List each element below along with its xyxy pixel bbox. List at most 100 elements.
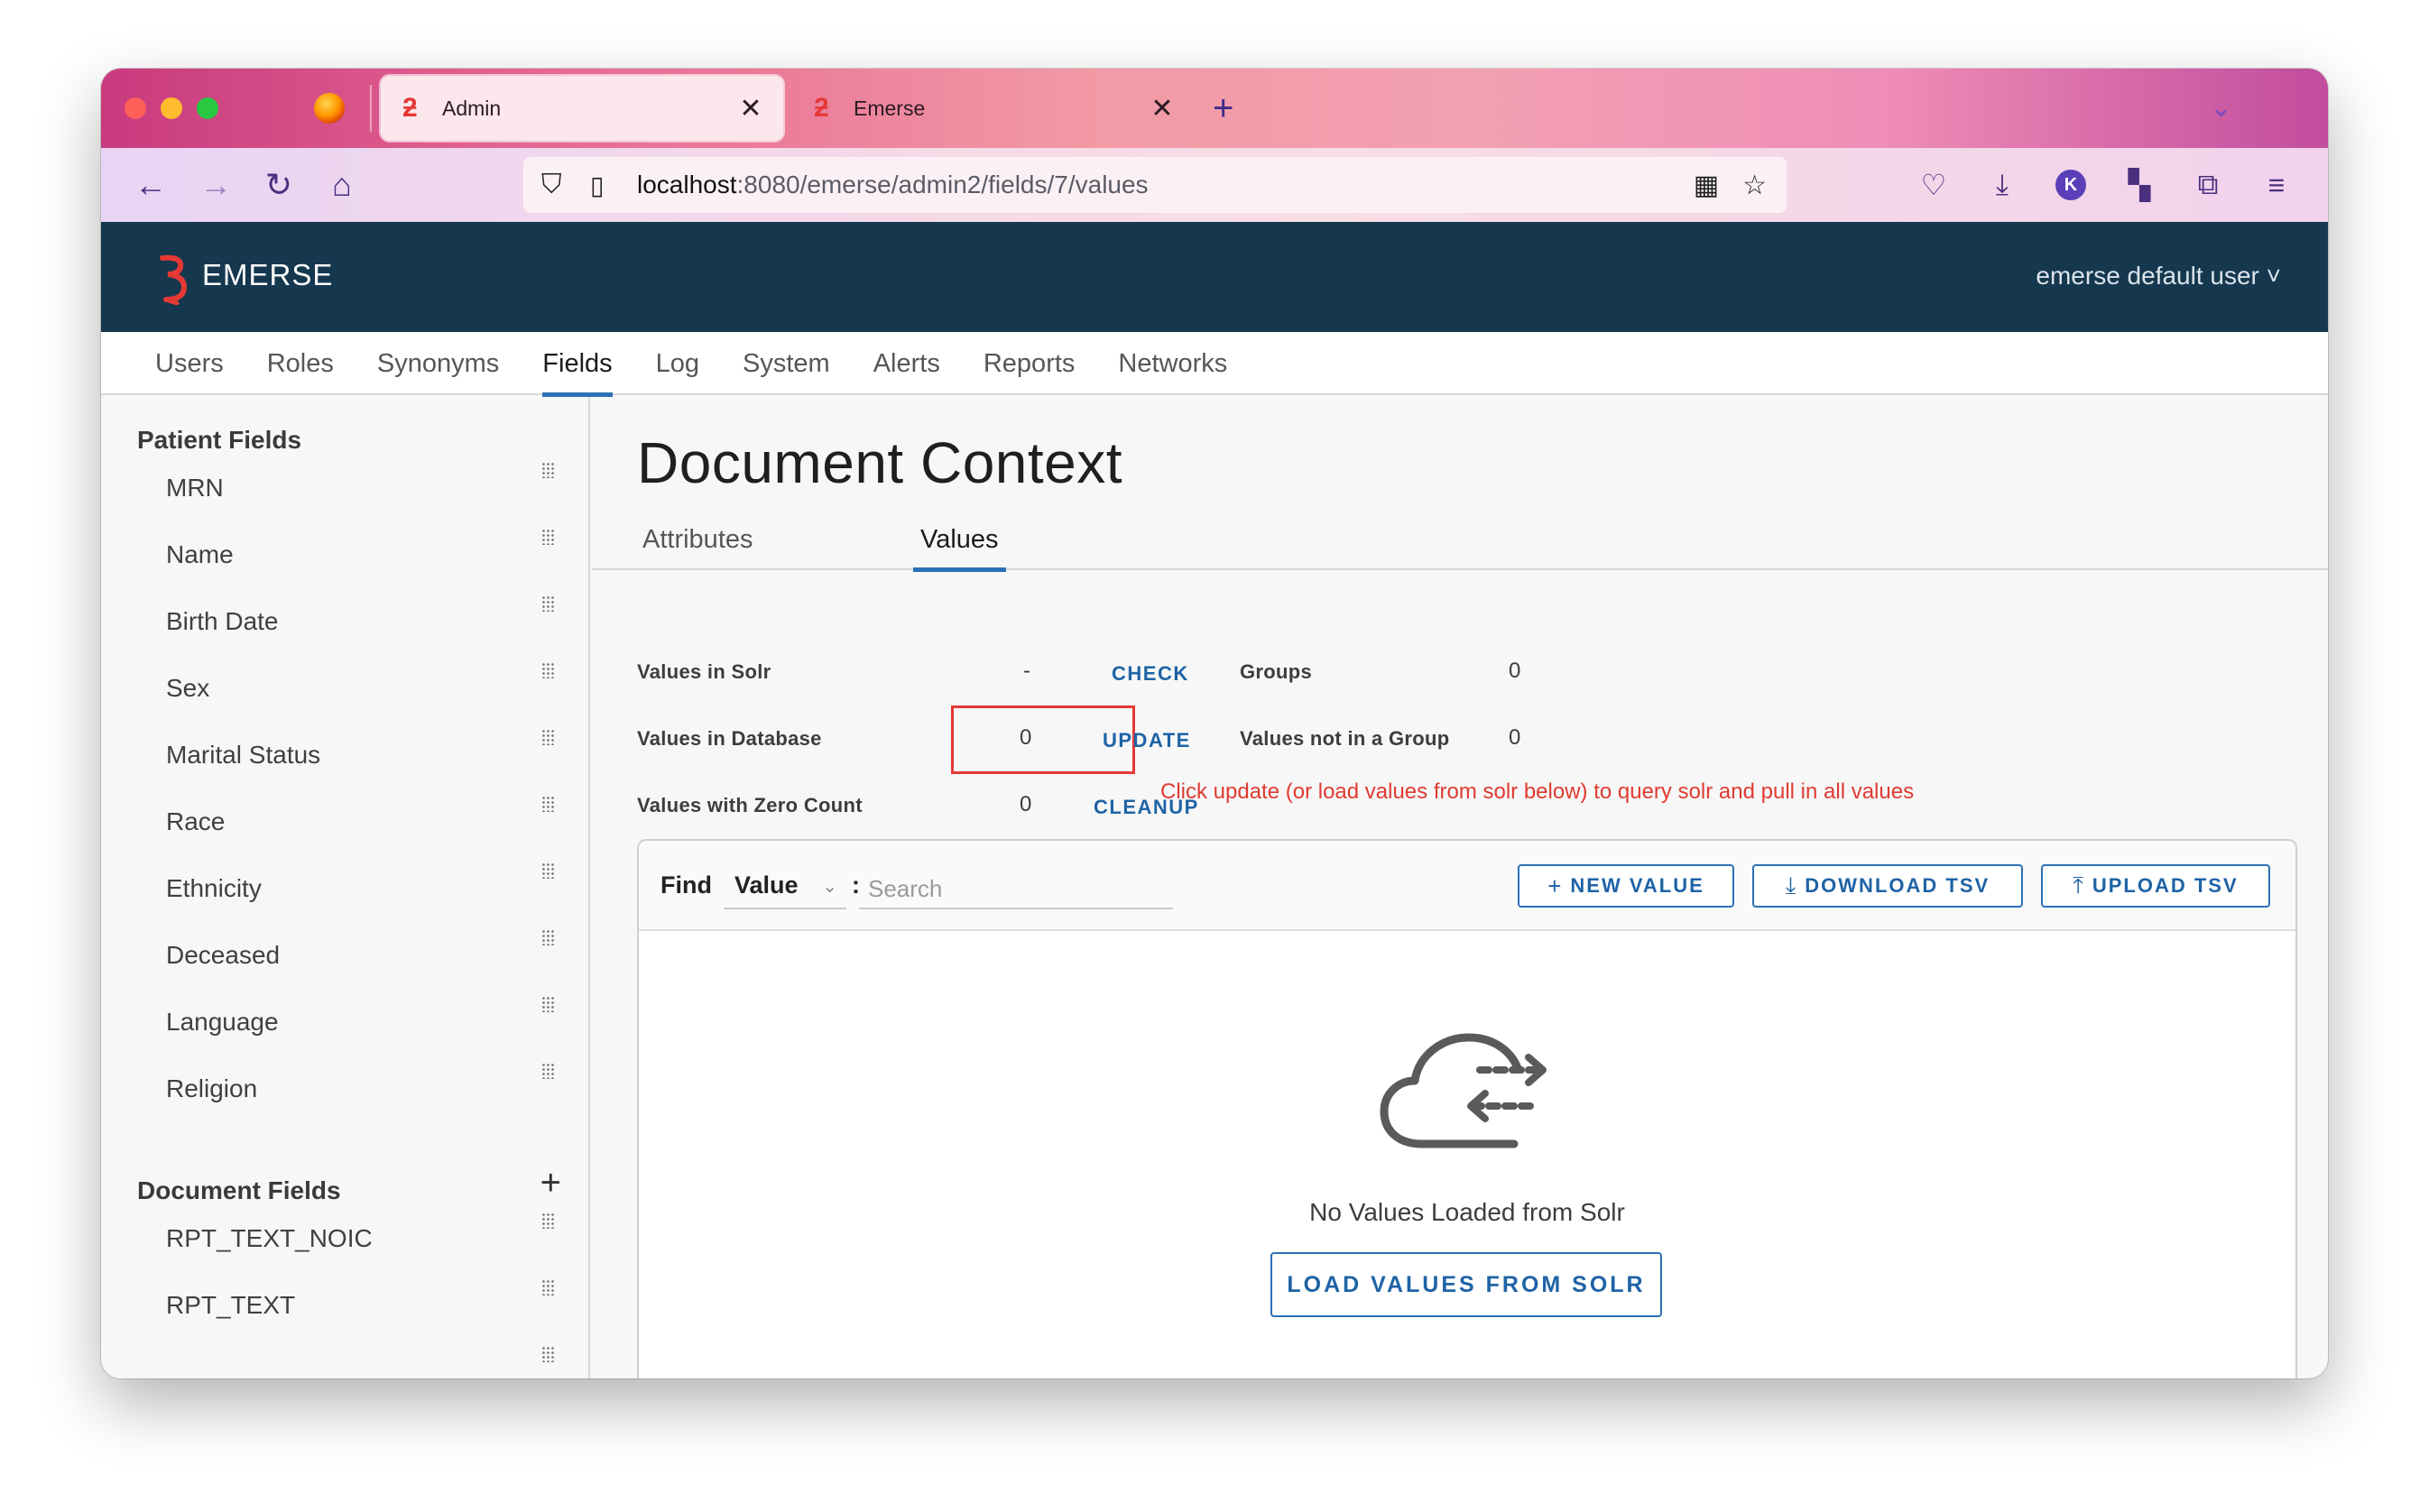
field-tabs: Attributes Values	[592, 509, 2328, 572]
avatar: K	[2055, 170, 2086, 200]
page-info-icon[interactable]: ▯	[590, 171, 617, 200]
account-icon[interactable]: K	[2046, 161, 2095, 209]
url-text[interactable]: localhost:8080/emerse/admin2/fields/7/va…	[637, 171, 1694, 199]
sidebar-item-label: RPT_TEXT_NOIC	[166, 1224, 373, 1252]
load-values-from-solr-button[interactable]: LOAD VALUES FROM SOLR	[1270, 1252, 1662, 1317]
sidebar-item-race[interactable]: Race	[101, 788, 588, 855]
drag-handle-icon[interactable]	[541, 595, 554, 612]
admin-nav: Users Roles Synonyms Fields Log System A…	[101, 332, 2328, 397]
field-detail: Document Context Attributes Values Value…	[592, 397, 2328, 1378]
nav-alerts[interactable]: Alerts	[852, 332, 962, 395]
sidebar-item-label: Language	[166, 1008, 279, 1036]
button-label: DOWNLOAD TSV	[1805, 874, 1990, 897]
drag-handle-icon[interactable]	[541, 529, 554, 545]
maximize-window-button[interactable]	[197, 97, 218, 119]
sidebar-item-language[interactable]: Language	[101, 989, 588, 1056]
drag-handle-icon[interactable]	[541, 462, 554, 478]
nav-system[interactable]: System	[721, 332, 852, 395]
drag-handle-icon[interactable]	[541, 796, 554, 812]
find-field-value: Value	[734, 871, 799, 899]
home-icon[interactable]: ⌂	[318, 161, 366, 209]
search-input[interactable]	[859, 862, 1173, 909]
drag-handle-icon[interactable]	[541, 662, 554, 678]
sidebar-item-marital-status[interactable]: Marital Status	[101, 722, 588, 788]
pocket-icon[interactable]: ♡	[1909, 161, 1958, 209]
user-menu[interactable]: emerse default user ˅	[2036, 262, 2281, 290]
sidebar-item-rpt-text-noic[interactable]: RPT_TEXT_NOIC	[101, 1205, 588, 1272]
nav-users[interactable]: Users	[134, 332, 245, 395]
reload-icon[interactable]: ↻	[254, 161, 303, 209]
update-button[interactable]: UPDATE	[1103, 729, 1191, 752]
sidebar-item-mrn[interactable]: MRN	[101, 455, 588, 521]
values-panel: Find Value ⌄ : + NEW VALUE ⤓ DOWNLOAD TS…	[637, 839, 2297, 1378]
back-arrow-icon[interactable]: ←	[126, 161, 175, 209]
add-field-icon[interactable]: +	[540, 1163, 561, 1203]
groups-value: 0	[1509, 659, 1521, 683]
nav-synonyms[interactable]: Synonyms	[356, 332, 521, 395]
values-zero-count-value: 0	[1020, 792, 1032, 816]
url-path: :8080/emerse/admin2/fields/7/values	[736, 171, 1149, 198]
sidebar-item-ethnicity[interactable]: Ethnicity	[101, 855, 588, 922]
chevron-down-icon[interactable]: ⌄	[2210, 88, 2232, 128]
sidebar-item-label: Name	[166, 540, 234, 568]
sidebar-item-name[interactable]: Name	[101, 521, 588, 588]
nav-roles[interactable]: Roles	[245, 332, 356, 395]
puzzle-icon[interactable]: ⧉	[2184, 161, 2232, 209]
sidebar-item-deceased[interactable]: Deceased	[101, 922, 588, 989]
logo-text[interactable]: EMERSE	[202, 258, 333, 292]
qr-code-icon[interactable]: ▦	[1694, 170, 1719, 201]
values-in-solr-value: -	[1023, 659, 1030, 683]
drag-handle-icon[interactable]	[541, 1212, 554, 1229]
values-zero-count-label: Values with Zero Count	[637, 794, 863, 816]
drag-handle-icon[interactable]	[541, 862, 554, 879]
sidebar-item-birth-date[interactable]: Birth Date	[101, 588, 588, 655]
sidebar-item-rpt-text[interactable]: RPT_TEXT	[101, 1272, 588, 1339]
sidebar-item-partial[interactable]	[101, 1339, 588, 1378]
tab-title: Admin	[442, 96, 502, 120]
close-window-button[interactable]	[125, 97, 146, 119]
sidebar-item-label: RPT_TEXT	[166, 1291, 296, 1319]
sidebar-item-sex[interactable]: Sex	[101, 655, 588, 722]
bookmark-star-icon[interactable]: ☆	[1742, 170, 1767, 201]
emerse-favicon-icon: ƻ	[402, 93, 418, 123]
address-bar[interactable]: ⛉ ▯ localhost:8080/emerse/admin2/fields/…	[523, 157, 1787, 213]
empty-state-text: No Values Loaded from Solr	[1309, 1198, 1625, 1226]
update-hint-text: Click update (or load values from solr b…	[1160, 779, 1915, 804]
sidebar-item-religion[interactable]: Religion	[101, 1056, 588, 1122]
close-tab-icon[interactable]: ✕	[733, 93, 769, 124]
upload-tsv-button[interactable]: ⤒ UPLOAD TSV	[2041, 864, 2270, 908]
drag-handle-icon[interactable]	[541, 929, 554, 945]
cloud-sync-icon	[1380, 1033, 1547, 1148]
find-field-select[interactable]: Value ⌄	[724, 862, 846, 909]
tab-bar: ƻ Admin ✕ ƻ Emerse ✕ + ⌄	[101, 69, 2328, 148]
browser-tab-emerse[interactable]: ƻ Emerse ✕	[792, 76, 1195, 141]
close-tab-icon[interactable]: ✕	[1144, 93, 1180, 124]
tab-attributes[interactable]: Attributes	[642, 509, 753, 570]
check-button[interactable]: CHECK	[1112, 662, 1189, 686]
drag-handle-icon[interactable]	[541, 1346, 554, 1362]
document-fields-heading: Document Fields +	[101, 1122, 588, 1205]
drag-handle-icon[interactable]	[541, 1063, 554, 1079]
new-value-button[interactable]: + NEW VALUE	[1518, 864, 1734, 908]
nav-log[interactable]: Log	[634, 332, 721, 395]
hamburger-menu-icon[interactable]: ≡	[2252, 161, 2301, 209]
download-icon[interactable]: ⤓	[1978, 161, 2027, 209]
nav-reports[interactable]: Reports	[962, 332, 1097, 395]
drag-handle-icon[interactable]	[541, 729, 554, 745]
forward-arrow-icon[interactable]: →	[191, 161, 240, 209]
minimize-window-button[interactable]	[161, 97, 182, 119]
section-label: Document Fields	[137, 1176, 341, 1204]
plus-icon: +	[1547, 871, 1562, 899]
browser-tab-admin[interactable]: ƻ Admin ✕	[381, 76, 783, 141]
button-label: NEW VALUE	[1570, 874, 1704, 897]
nav-networks[interactable]: Networks	[1096, 332, 1249, 395]
new-tab-icon[interactable]: +	[1213, 87, 1233, 130]
drag-handle-icon[interactable]	[541, 996, 554, 1012]
tab-values[interactable]: Values	[913, 509, 1006, 572]
shield-icon[interactable]: ⛉	[541, 170, 577, 200]
download-tsv-button[interactable]: ⤓ DOWNLOAD TSV	[1752, 864, 2023, 908]
extensions-grid-icon[interactable]: ▚	[2115, 161, 2164, 209]
nav-fields[interactable]: Fields	[521, 332, 633, 397]
emerse-logo-icon[interactable]	[157, 251, 193, 305]
drag-handle-icon[interactable]	[541, 1279, 554, 1295]
